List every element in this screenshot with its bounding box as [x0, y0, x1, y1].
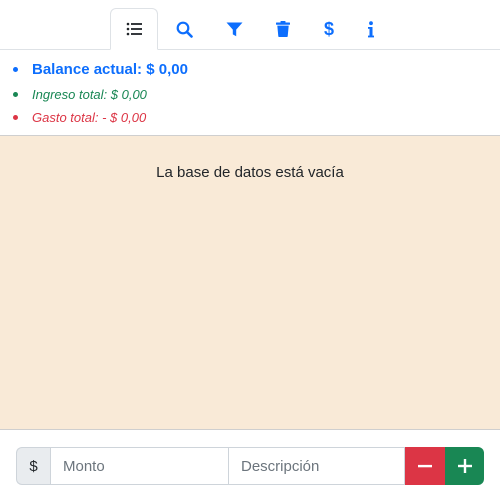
dollar-icon: $ — [324, 20, 334, 38]
currency-addon: $ — [16, 447, 50, 485]
bullet-icon — [13, 67, 18, 72]
tab-amount[interactable]: $ — [305, 8, 353, 50]
description-input[interactable] — [228, 447, 405, 485]
list-icon — [126, 22, 142, 36]
income-text: Ingreso total: $ 0,00 — [32, 87, 147, 102]
entry-input-group: $ — [16, 447, 484, 485]
amount-input[interactable] — [50, 447, 228, 485]
nav-tabs: $ — [0, 0, 500, 50]
balance-summary: Balance actual: $ 0,00 Ingreso total: $ … — [0, 50, 500, 136]
filter-icon — [226, 22, 242, 36]
entry-form: $ — [0, 429, 500, 500]
minus-icon — [418, 464, 432, 468]
balance-text: Balance actual: $ 0,00 — [32, 61, 188, 78]
add-income-button[interactable] — [445, 447, 484, 485]
empty-message: La base de datos está vacía — [156, 164, 344, 181]
svg-text:$: $ — [324, 20, 334, 38]
add-expense-button[interactable] — [405, 447, 445, 485]
info-icon — [368, 20, 374, 37]
search-icon — [176, 21, 193, 38]
plus-icon — [457, 459, 472, 473]
bullet-icon — [13, 115, 18, 120]
tab-list[interactable] — [110, 8, 158, 50]
transactions-list: La base de datos está vacía — [0, 136, 500, 429]
income-line: Ingreso total: $ 0,00 — [13, 87, 147, 102]
trash-icon — [276, 21, 290, 37]
balance-line: Balance actual: $ 0,00 — [13, 61, 188, 78]
tab-info[interactable] — [347, 8, 395, 50]
expense-text: Gasto total: - $ 0,00 — [32, 110, 147, 125]
tab-filter[interactable] — [210, 8, 258, 50]
tab-delete[interactable] — [259, 8, 307, 50]
bullet-icon — [13, 92, 18, 97]
tab-search[interactable] — [160, 8, 208, 50]
expense-line: Gasto total: - $ 0,00 — [13, 110, 146, 125]
